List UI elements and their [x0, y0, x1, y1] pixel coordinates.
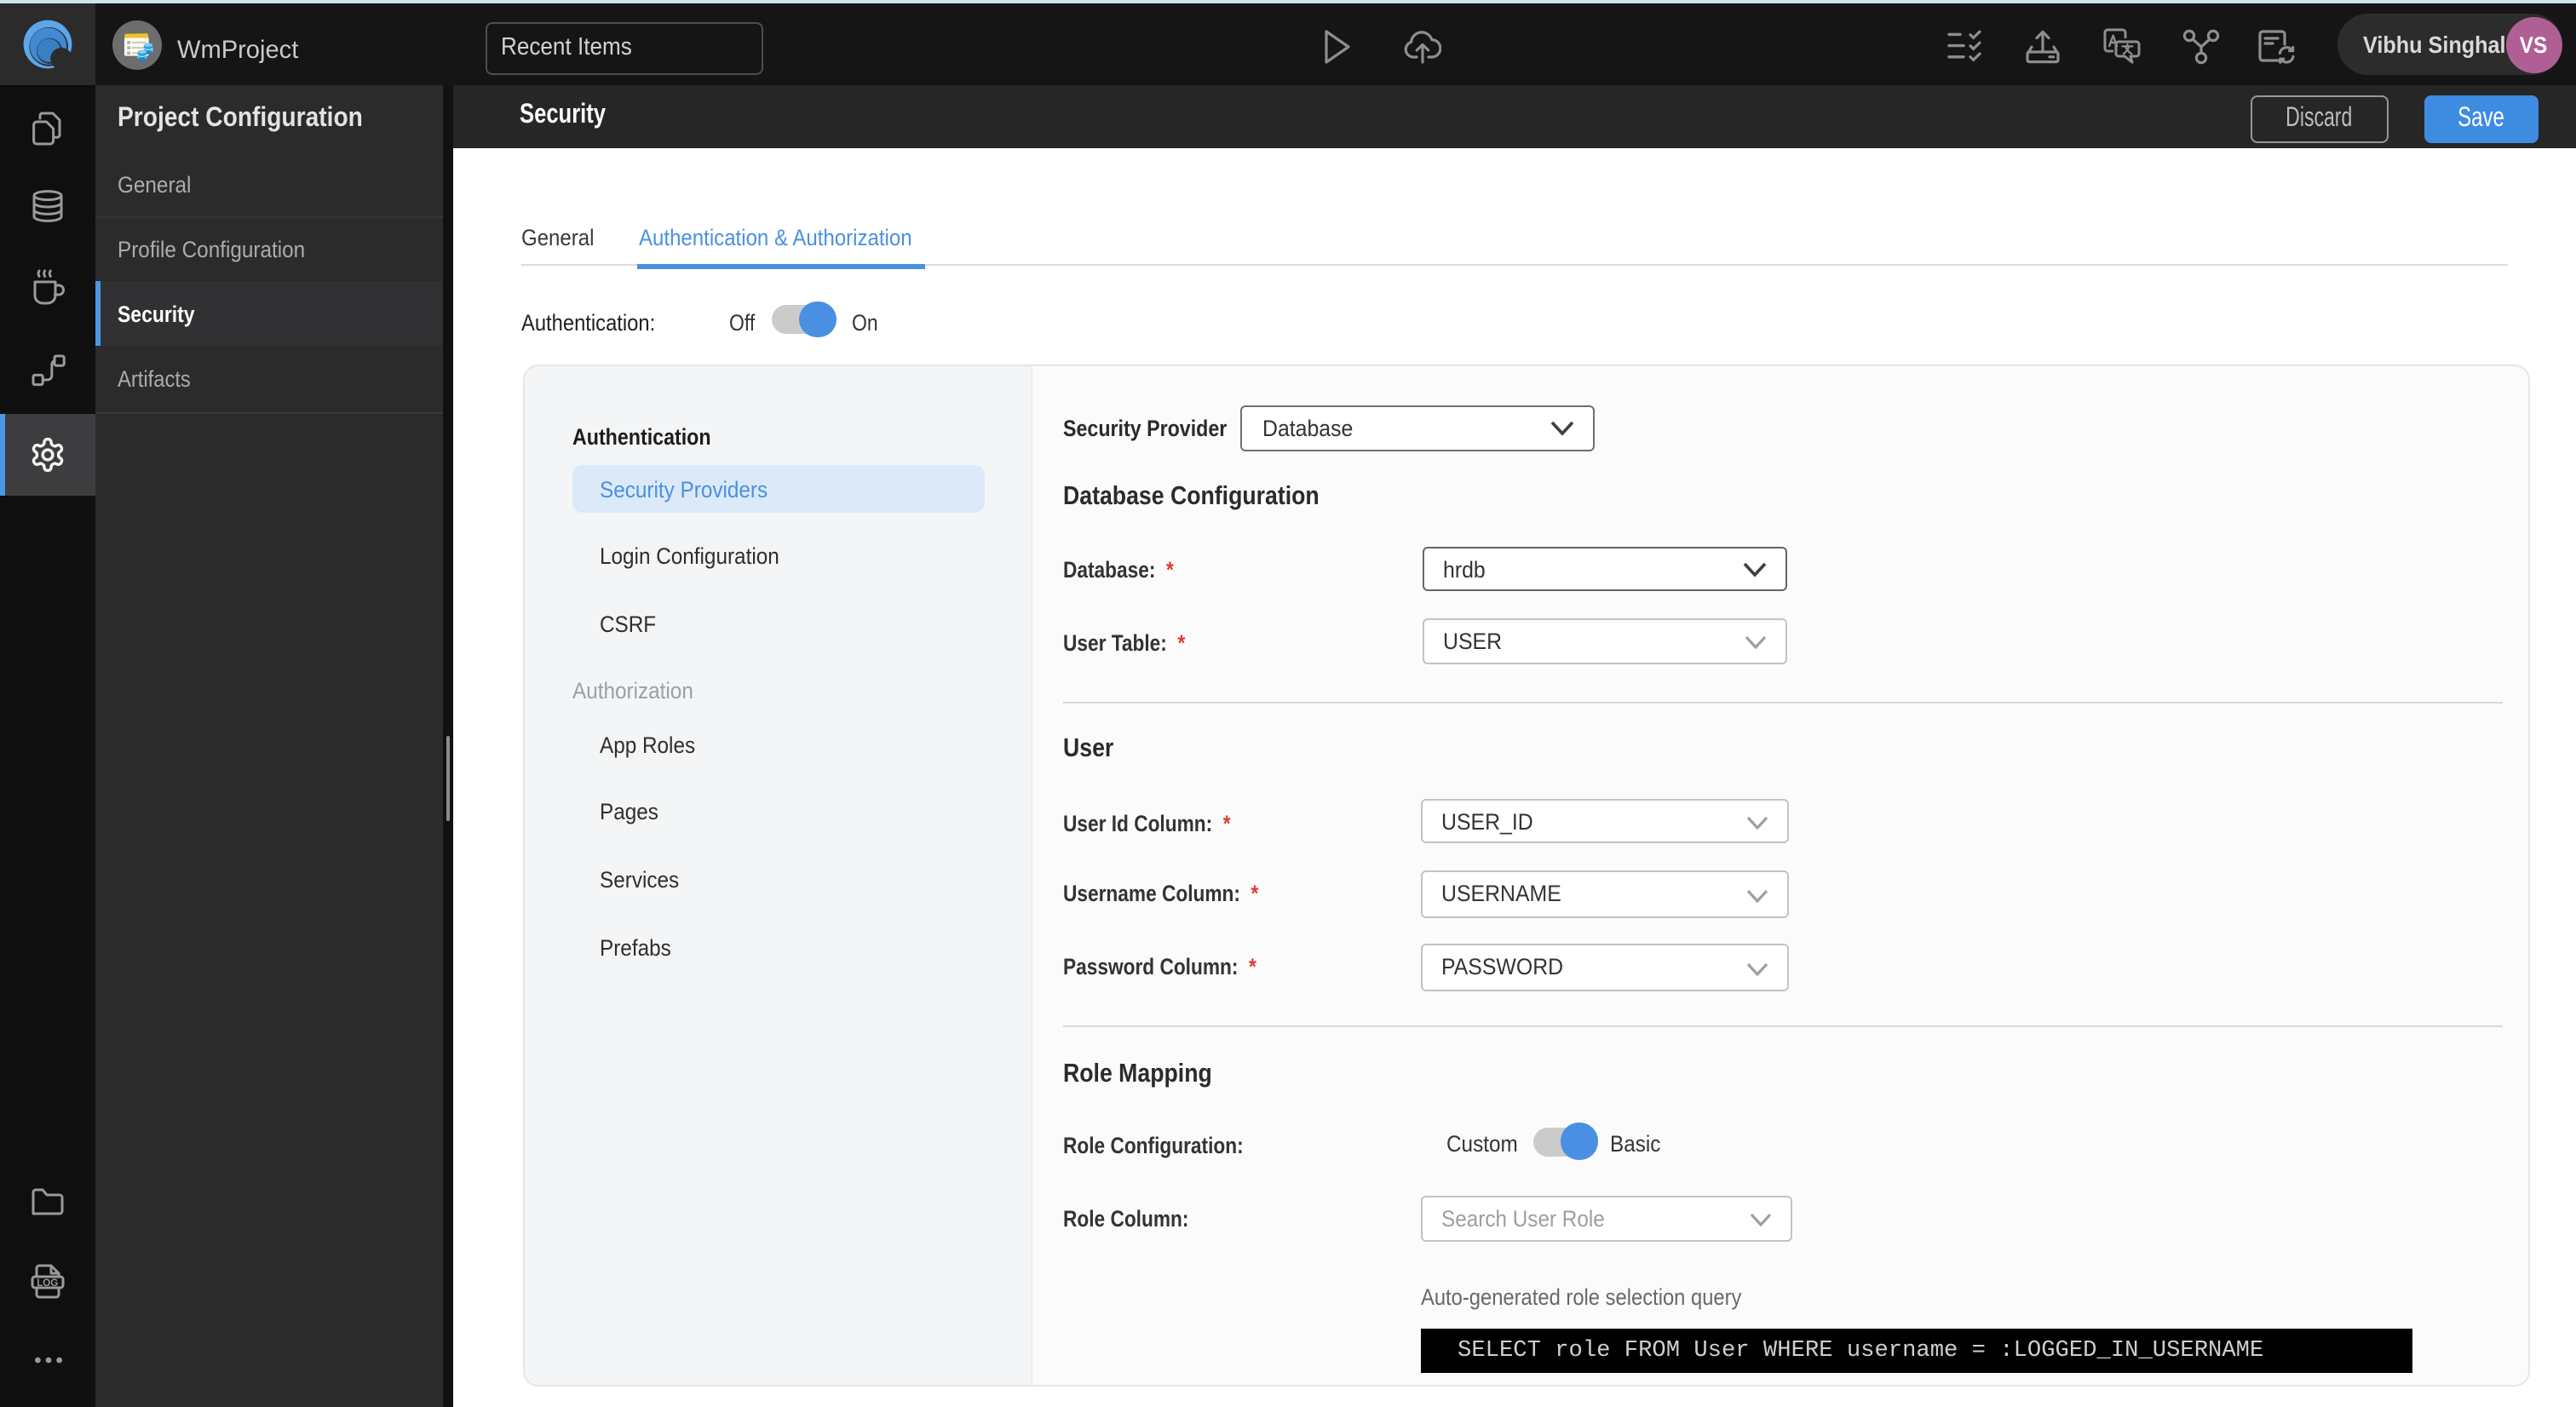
svg-text:LOG: LOG: [37, 1278, 58, 1289]
